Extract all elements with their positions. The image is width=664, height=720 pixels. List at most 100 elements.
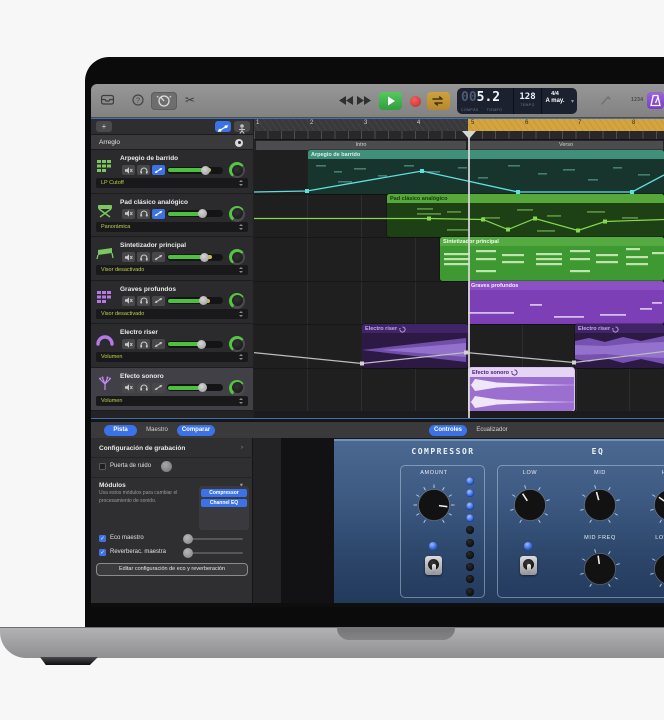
master-echo-slider[interactable]	[188, 538, 243, 540]
editors-scissors-icon[interactable]: ✂	[185, 92, 195, 108]
solo-button[interactable]	[137, 165, 150, 175]
midi-region[interactable]: Sintetizador principal	[440, 237, 664, 281]
pan-knob[interactable]	[229, 336, 245, 352]
metronome-button[interactable]	[647, 92, 664, 109]
count-in-icon[interactable]: 1234	[631, 97, 643, 103]
volume-slider[interactable]	[167, 167, 223, 174]
arrangement-track-row[interactable]: Arreglo	[91, 135, 253, 150]
audio-region[interactable]: Electro riser	[362, 324, 468, 368]
audio-region-selected[interactable]: Efecto sonoro	[469, 368, 574, 412]
tuning-fork-icon[interactable]	[599, 93, 613, 112]
automation-parameter-select[interactable]: Volumen	[96, 396, 248, 406]
automation-parameter-select[interactable]: Visor desactivado	[96, 309, 248, 319]
solo-button[interactable]	[137, 296, 150, 306]
recording-settings-header[interactable]: Configuración de grabación	[99, 445, 185, 452]
automation-button[interactable]	[152, 339, 165, 349]
solo-button[interactable]	[137, 252, 150, 262]
track-header[interactable]: Pad clásico analógico Panorámica	[91, 194, 253, 238]
mute-button[interactable]	[122, 339, 135, 349]
plugin-channel-eq[interactable]: Channel EQ	[201, 499, 247, 507]
volume-slider[interactable]	[167, 297, 223, 304]
smart-controls-button[interactable]	[151, 92, 177, 110]
quick-help-icon[interactable]: ?	[132, 94, 144, 111]
show-automation-button[interactable]	[215, 121, 231, 132]
noise-gate-checkbox[interactable]	[99, 463, 106, 470]
bar-ruler[interactable]: 1 2 3 4 5 6 7 8	[254, 118, 664, 131]
solo-button[interactable]	[137, 209, 150, 219]
cycle-button[interactable]	[427, 92, 450, 110]
midi-region[interactable]: Arpegio de barrido	[308, 150, 664, 194]
volume-slider[interactable]	[167, 341, 223, 348]
automation-button[interactable]	[152, 209, 165, 219]
playhead[interactable]	[468, 131, 470, 419]
solo-button[interactable]	[137, 339, 150, 349]
automation-button[interactable]	[152, 296, 165, 306]
groove-track-icon[interactable]	[234, 121, 250, 132]
lcd-chevron-icon[interactable]: ▾	[568, 88, 577, 114]
volume-slider[interactable]	[167, 210, 223, 217]
pan-knob[interactable]	[229, 249, 245, 265]
play-button[interactable]	[379, 92, 402, 110]
rewind-button[interactable]	[339, 96, 353, 105]
timeline[interactable]: 1 2 3 4 5 6 7 8 Intro Verso	[254, 118, 664, 419]
tab-maestro[interactable]: Maestro	[141, 425, 173, 436]
automation-button[interactable]	[152, 165, 165, 175]
solo-button[interactable]	[137, 383, 150, 393]
track-header[interactable]: Electro riser Volumen	[91, 324, 253, 368]
master-echo-checkbox[interactable]: ✓	[99, 535, 106, 542]
pan-knob[interactable]	[229, 162, 245, 178]
eq-mid-knob[interactable]	[578, 483, 622, 527]
eq-mid-freq-knob[interactable]	[578, 547, 622, 591]
tab-controles[interactable]: Controles	[429, 425, 467, 436]
automation-parameter-select[interactable]: Visor desactivado	[96, 265, 248, 275]
compare-button[interactable]: Comparar	[177, 425, 215, 436]
pan-knob[interactable]	[229, 206, 245, 222]
eq-power-switch[interactable]	[520, 556, 537, 575]
volume-slider[interactable]	[167, 384, 223, 391]
master-echo-slider-thumb[interactable]	[183, 534, 193, 544]
master-reverb-checkbox[interactable]: ✓	[99, 549, 106, 556]
pan-knob[interactable]	[229, 293, 245, 309]
add-track-button[interactable]: +	[96, 121, 112, 132]
library-icon[interactable]	[101, 94, 114, 110]
automation-button[interactable]	[152, 252, 165, 262]
modules-header[interactable]: Módulos	[99, 482, 126, 489]
mute-button[interactable]	[122, 383, 135, 393]
volume-slider[interactable]	[167, 254, 223, 261]
edit-echo-reverb-button[interactable]: Editar configuración de eco y reverberac…	[96, 563, 248, 576]
mute-button[interactable]	[122, 209, 135, 219]
midi-region[interactable]: Pad clásico analógico	[387, 194, 664, 238]
arrangement-marker[interactable]: Intro	[256, 141, 466, 150]
amount-knob[interactable]	[412, 483, 456, 527]
eq-low-knob[interactable]	[508, 483, 552, 527]
track-header[interactable]: Arpegio de barrido LP Cutoff	[91, 150, 253, 194]
noise-gate-knob[interactable]	[161, 461, 172, 472]
mute-button[interactable]	[122, 296, 135, 306]
automation-parameter-select[interactable]: Panorámica	[96, 222, 248, 232]
beat-ruler[interactable]	[254, 131, 664, 140]
midi-region[interactable]: Graves profundos	[468, 281, 664, 325]
automation-parameter-select[interactable]: Volumen	[96, 352, 248, 362]
master-reverb-slider[interactable]	[188, 552, 243, 554]
pan-knob[interactable]	[229, 380, 245, 396]
lcd-display[interactable]: 005.2 COMPÁSTIEMPO 128 TEMPO 4/4 A may. …	[457, 88, 577, 114]
automation-parameter-select[interactable]: LP Cutoff	[96, 178, 248, 188]
eq-low-cut-knob[interactable]	[648, 547, 664, 591]
audio-region[interactable]: Electro riser	[575, 324, 664, 368]
mute-button[interactable]	[122, 165, 135, 175]
chevron-right-icon[interactable]: ›	[241, 444, 243, 451]
plugin-compressor[interactable]: Compressor	[201, 489, 247, 497]
playhead-handle[interactable]	[462, 131, 476, 139]
tab-pista[interactable]: Pista	[104, 425, 137, 436]
eq-high-knob[interactable]	[648, 483, 664, 527]
master-reverb-slider-thumb[interactable]	[183, 548, 193, 558]
arrangement-marker[interactable]: Verso	[469, 141, 663, 150]
mute-button[interactable]	[122, 252, 135, 262]
automation-button[interactable]	[152, 383, 165, 393]
track-header[interactable]: Graves profundos Visor desactivado	[91, 281, 253, 325]
arrangement-options-button[interactable]	[235, 139, 243, 147]
track-header[interactable]: Sintetizador principal Visor desactivado	[91, 237, 253, 281]
record-button[interactable]	[410, 96, 421, 107]
compressor-power-switch[interactable]	[425, 556, 442, 575]
track-header-selected[interactable]: Efecto sonoro Volumen	[91, 368, 253, 412]
